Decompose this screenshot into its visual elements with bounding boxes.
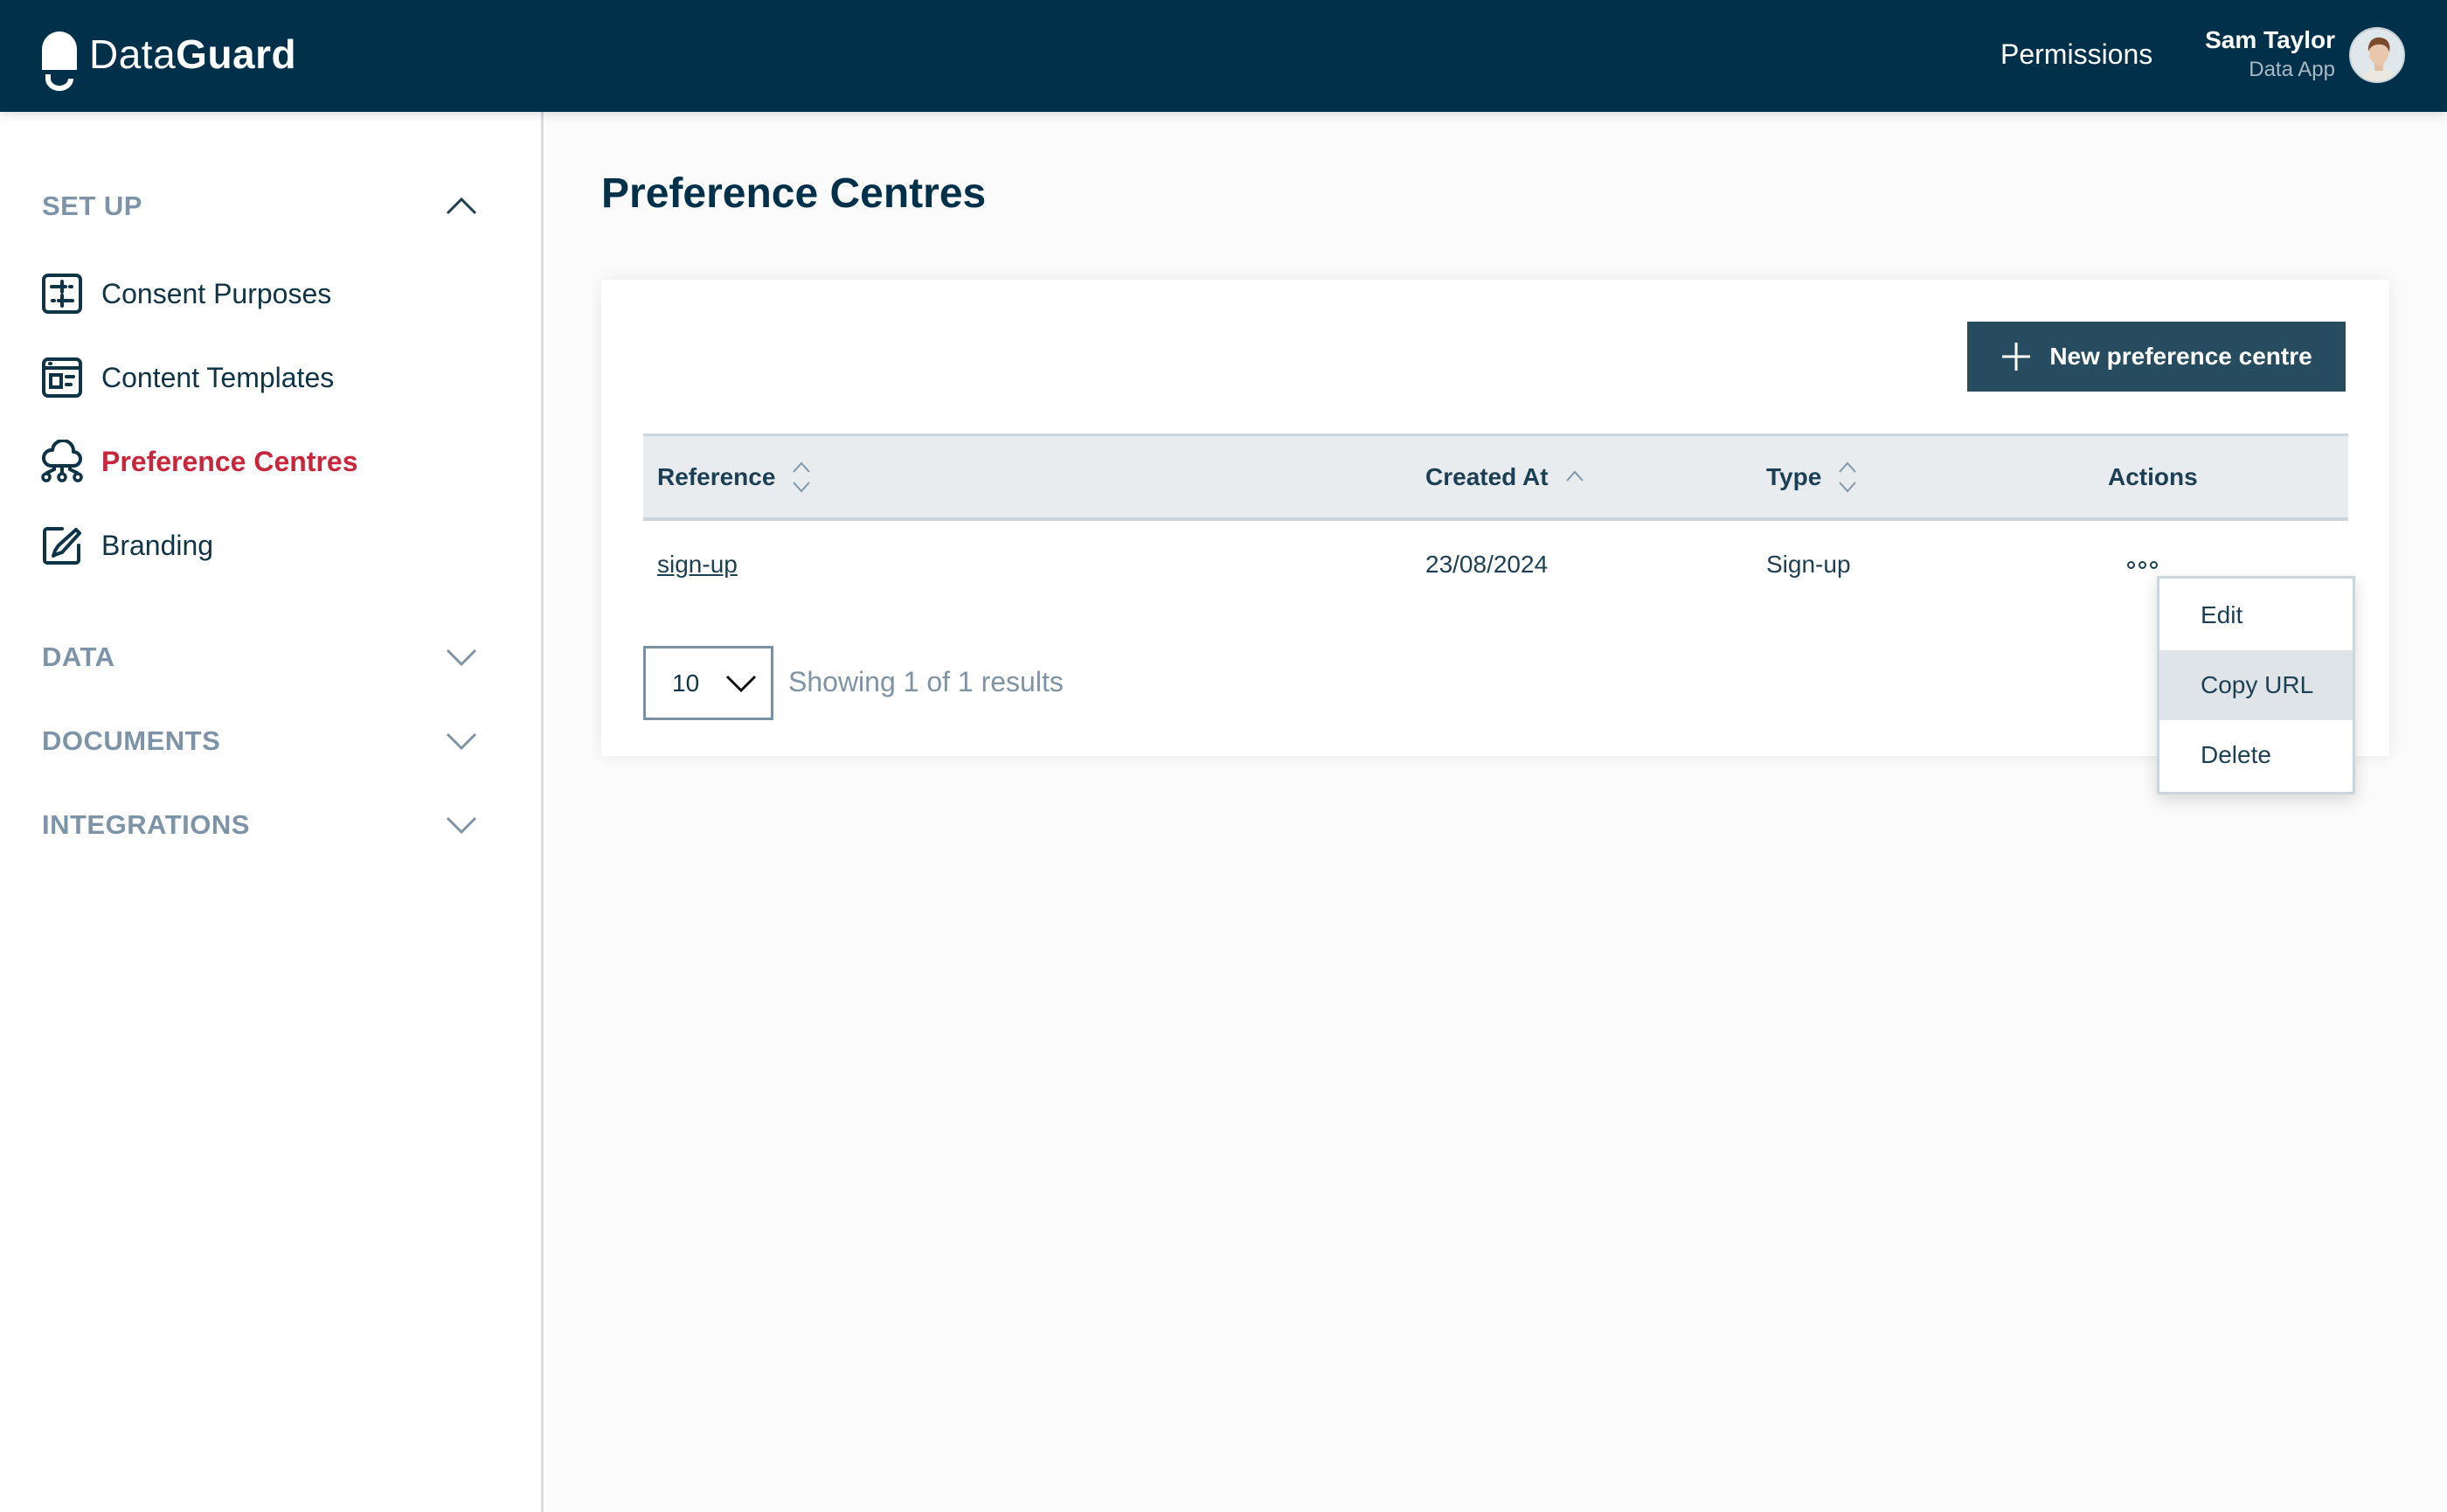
- cell-actions: [2127, 521, 2158, 608]
- brand-name-bold: Guard: [176, 31, 297, 77]
- sidebar-item-label: Branding: [101, 529, 214, 561]
- sidebar-item-consent-purposes[interactable]: Consent Purposes: [40, 267, 331, 320]
- user-avatar[interactable]: [2349, 27, 2405, 83]
- column-header-created-at[interactable]: Created At: [1425, 436, 1585, 517]
- table-header: Reference Created At Type Actions: [643, 433, 2348, 521]
- row-actions-menu: Edit Copy URL Delete: [2157, 576, 2355, 794]
- page-title: Preference Centres: [601, 170, 987, 217]
- column-header-reference[interactable]: Reference: [657, 436, 812, 517]
- user-name: Sam Taylor: [2205, 26, 2335, 53]
- section-title: DOCUMENTS: [42, 725, 221, 756]
- sidebar-item-label: Consent Purposes: [101, 277, 332, 309]
- sidebar-section-data[interactable]: DATA: [42, 631, 479, 683]
- menu-item-delete[interactable]: Delete: [2159, 720, 2353, 790]
- sidebar-section-integrations[interactable]: INTEGRATIONS: [42, 799, 479, 851]
- chevron-down-icon: [444, 808, 479, 843]
- table-row: sign-up 23/08/2024 Sign-up: [643, 521, 2348, 608]
- brush-edit-icon: [40, 524, 84, 567]
- sort-both-icon: [1837, 458, 1858, 496]
- brand-name: DataGuard: [89, 31, 296, 77]
- permissions-link[interactable]: Permissions: [2000, 37, 2152, 72]
- section-title: DATA: [42, 642, 115, 672]
- cell-created-at: 23/08/2024: [1425, 551, 1549, 578]
- column-header-type[interactable]: Type: [1766, 436, 1858, 517]
- preference-centres-table: Reference Created At Type Actions sign-u…: [643, 433, 2348, 608]
- user-menu[interactable]: Sam Taylor Data App: [2205, 24, 2335, 84]
- dot: [2127, 560, 2135, 569]
- chevron-up-icon: [444, 189, 479, 224]
- cloud-network-icon: [40, 440, 84, 483]
- brand-name-light: Data: [89, 31, 177, 77]
- dot: [2139, 560, 2146, 569]
- menu-item-edit[interactable]: Edit: [2159, 580, 2353, 650]
- chevron-down-icon: [724, 673, 759, 694]
- top-navigation-bar: DataGuard Permissions Sam Taylor Data Ap…: [0, 0, 2447, 112]
- user-role: Data App: [2249, 58, 2335, 81]
- new-preference-centre-label: New preference centre: [2049, 343, 2312, 370]
- sidebar-item-branding[interactable]: Branding: [40, 519, 213, 572]
- sidebar-item-label: Content Templates: [101, 361, 335, 393]
- results-summary: Showing 1 of 1 results: [788, 666, 1064, 697]
- dataguard-logo[interactable]: DataGuard: [40, 30, 296, 91]
- preference-centres-card: New preference centre Reference Created …: [601, 280, 2389, 756]
- column-header-label: Reference: [657, 462, 776, 490]
- column-header-label: Created At: [1425, 462, 1549, 490]
- column-header-label: Actions: [2108, 462, 2198, 490]
- sidebar-item-content-templates[interactable]: Content Templates: [40, 351, 334, 404]
- main-content: Preference Centres New preference centre…: [546, 112, 2447, 1512]
- plus-icon: [2000, 341, 2032, 372]
- sidebar: SET UP Consent Purposes Content Template…: [0, 112, 544, 1512]
- sort-ascending-icon: [1564, 458, 1585, 496]
- sidebar-section-set-up[interactable]: SET UP: [42, 180, 479, 232]
- column-header-actions: Actions: [2108, 436, 2198, 517]
- page-size-select[interactable]: 10: [643, 646, 773, 720]
- cell-type: Sign-up: [1766, 551, 1851, 578]
- reference-link[interactable]: sign-up: [657, 551, 738, 579]
- menu-item-copy-url[interactable]: Copy URL: [2159, 650, 2353, 720]
- chevron-down-icon: [444, 640, 479, 675]
- dot: [2150, 560, 2158, 569]
- section-title: SET UP: [42, 191, 142, 221]
- sort-both-icon: [791, 458, 812, 496]
- new-preference-centre-button[interactable]: New preference centre: [1967, 322, 2346, 392]
- template-icon: [40, 356, 84, 399]
- logo-icon: [40, 30, 79, 91]
- section-title: INTEGRATIONS: [42, 809, 250, 840]
- chevron-down-icon: [444, 724, 479, 759]
- page-size-value: 10: [672, 669, 700, 697]
- sidebar-section-documents[interactable]: DOCUMENTS: [42, 715, 479, 767]
- sliders-icon: [40, 272, 84, 316]
- column-header-label: Type: [1766, 462, 1822, 490]
- sidebar-item-preference-centres[interactable]: Preference Centres: [40, 435, 357, 488]
- sidebar-item-label: Preference Centres: [101, 445, 358, 477]
- cell-reference: sign-up: [657, 521, 738, 608]
- more-actions-button[interactable]: [2127, 560, 2158, 569]
